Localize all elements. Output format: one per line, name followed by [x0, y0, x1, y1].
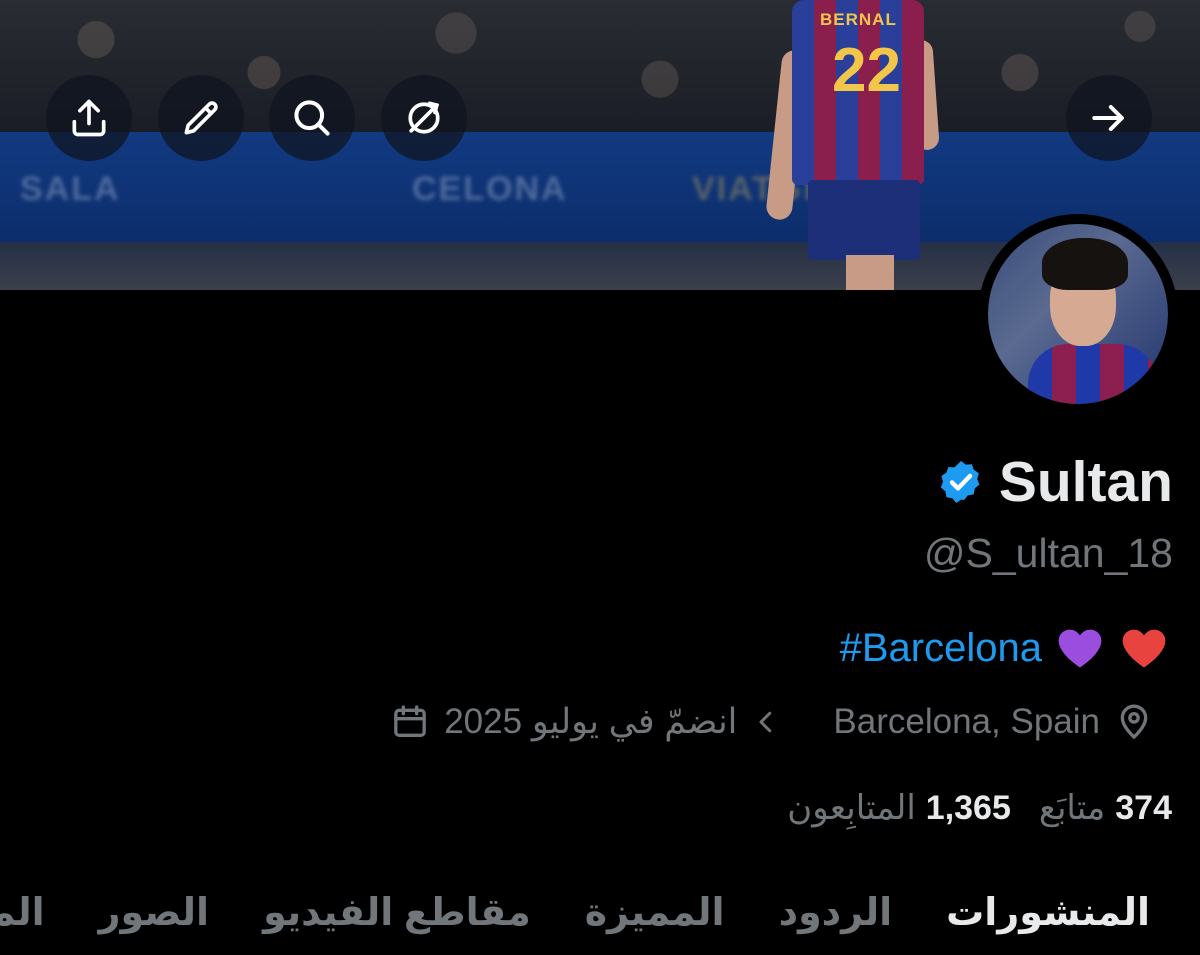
avatar-photo [988, 224, 1168, 404]
forward-button[interactable] [1066, 75, 1152, 161]
share-button[interactable] [46, 75, 132, 161]
profile-handle: @S_ultan_18 [923, 530, 1173, 576]
following-count: 374 [1115, 789, 1172, 827]
arrow-right-icon [1092, 104, 1124, 132]
chevron-left-icon[interactable] [751, 707, 781, 737]
following-stat[interactable]: 374 متابَع [1039, 780, 1172, 836]
profile-name-row: Sultan [937, 444, 1173, 520]
sync-off-button[interactable] [381, 75, 467, 161]
followers-stat[interactable]: 1,365 المتابِعون [787, 780, 1011, 836]
banner-player: BERNAL 22 [765, 0, 950, 290]
followers-label: المتابِعون [787, 789, 916, 827]
tab-posts[interactable]: المنشورات [946, 890, 1150, 935]
profile-bio: #Barcelona [840, 620, 1170, 676]
profile-tabs: المنشورات الردود المميزة مقاطع الفيديو ا… [0, 870, 1200, 955]
profile-stats: 1,365 المتابِعون 374 متابَع [787, 780, 1172, 836]
display-name: Sultan [998, 450, 1173, 514]
joined-date: انضمّ في يوليو 2025 [444, 702, 738, 741]
tab-highlights[interactable]: المميزة [585, 890, 725, 935]
tab-articles[interactable]: المقالات [0, 890, 45, 935]
player-shirt-number: 22 [832, 36, 901, 105]
red-heart-icon [1122, 629, 1166, 668]
share-icon [72, 99, 106, 137]
purple-heart-icon [1058, 629, 1102, 668]
edit-button[interactable] [158, 75, 244, 161]
avatar[interactable] [978, 214, 1178, 414]
followers-count: 1,365 [925, 789, 1011, 827]
banner-board-text: SALA [20, 170, 121, 208]
search-button[interactable] [269, 75, 355, 161]
tab-photos[interactable]: الصور [99, 890, 209, 935]
search-icon [294, 100, 330, 136]
calendar-icon [394, 705, 427, 737]
location-pin-icon [1120, 704, 1148, 740]
verified-badge-icon [940, 461, 980, 503]
banner-board-text: CELONA [412, 170, 568, 208]
edit-icon [184, 101, 218, 135]
tab-replies[interactable]: الردود [779, 890, 893, 935]
no-sync-icon [408, 101, 440, 134]
profile-meta-row: انضمّ في يوليو 2025 Barcelona, Spain [390, 694, 1154, 750]
profile-location: Barcelona, Spain [833, 702, 1100, 741]
bio-hashtag-link[interactable]: #Barcelona [840, 620, 1042, 676]
player-shirt-name: BERNAL [820, 10, 897, 29]
tab-videos[interactable]: مقاطع الفيديو [263, 890, 531, 935]
following-label: متابَع [1038, 789, 1106, 827]
